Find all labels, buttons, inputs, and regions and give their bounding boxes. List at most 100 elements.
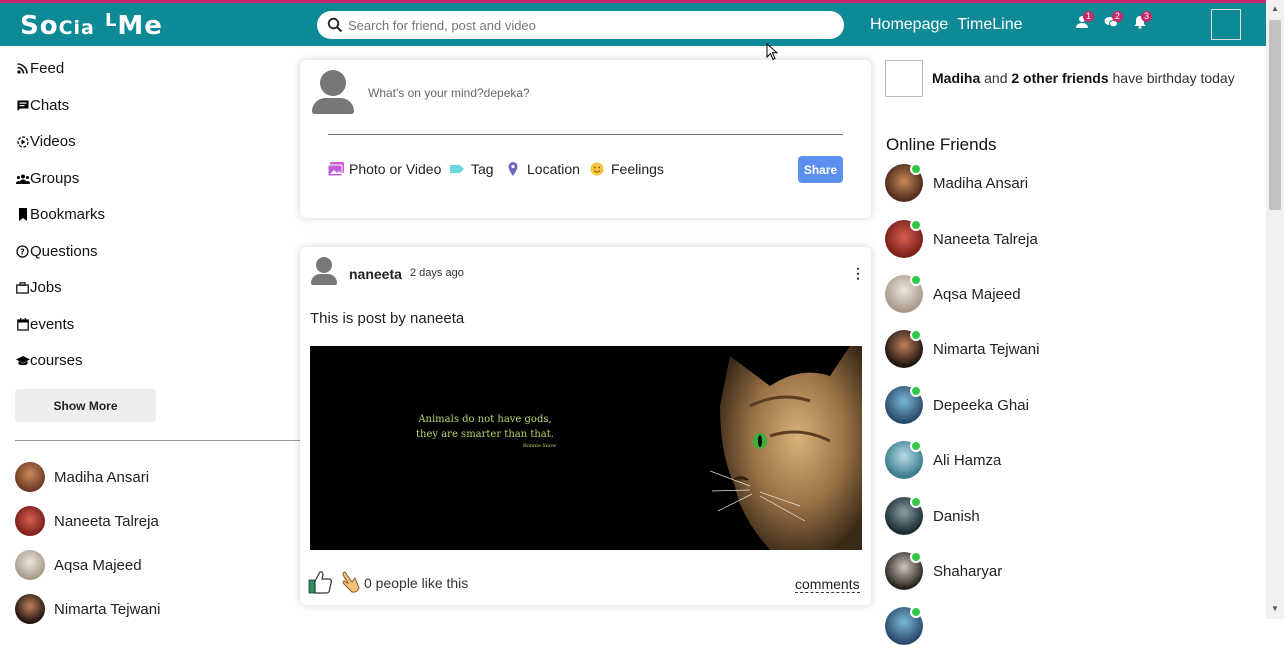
avatar [15, 550, 45, 580]
search-bar[interactable] [317, 11, 844, 39]
online-friend[interactable]: Depeeka Ghai [885, 385, 1029, 424]
sidebar-friend[interactable]: Madiha Ansari [15, 462, 149, 492]
sidebar-item-label: Videos [30, 133, 76, 150]
sidebar-item-feed[interactable]: Feed [15, 60, 64, 77]
sidebar-item-groups[interactable]: Groups [15, 170, 79, 187]
sidebar-item-label: Bookmarks [30, 206, 106, 223]
svg-text:?: ? [20, 248, 25, 257]
feelings-option[interactable]: Feelings [590, 161, 664, 177]
notifications-button[interactable]: 3 [1133, 11, 1153, 31]
tag-option[interactable]: Tag [450, 161, 494, 177]
online-friend[interactable]: Danish [885, 496, 980, 535]
online-status-dot [910, 274, 922, 286]
friend-name: Danish [933, 507, 980, 525]
calendar-icon [15, 317, 30, 332]
option-label: Tag [471, 161, 494, 177]
online-friend[interactable]: Madiha Ansari [885, 163, 1029, 202]
graduation-cap-icon [15, 353, 30, 368]
briefcase-icon [15, 280, 30, 295]
online-status-dot [910, 606, 922, 618]
friend-name: Shaharyar [933, 562, 1003, 580]
chat-icon [15, 98, 30, 113]
profile-avatar[interactable] [1211, 9, 1241, 40]
scroll-thumb[interactable] [1269, 20, 1281, 210]
location-option[interactable]: Location [506, 161, 580, 177]
sidebar-item-chats[interactable]: Chats [15, 97, 69, 114]
online-friend[interactable]: Aqsa Majeed [885, 274, 1021, 313]
online-friend[interactable]: Nimarta Tejwani [885, 329, 1039, 368]
friend-name: Naneeta Talreja [933, 230, 1038, 248]
page-scrollbar[interactable]: ▲ ▼ [1266, 0, 1284, 619]
online-status-dot [910, 329, 922, 341]
friend-requests-button[interactable]: 1 [1075, 11, 1095, 31]
sidebar-friend[interactable]: Naneeta Talreja [15, 506, 159, 536]
sidebar-friend[interactable]: Aqsa Majeed [15, 550, 142, 580]
online-status-dot [910, 551, 922, 563]
photo-icon [328, 162, 344, 176]
clap-icon[interactable] [340, 570, 362, 594]
image-quote-author: Ronnie Snow [523, 443, 557, 449]
sidebar-item-videos[interactable]: Videos [15, 133, 76, 150]
post-author-name[interactable]: naneeta [349, 266, 402, 282]
status-input[interactable]: What's on your mind?depeka? [368, 86, 530, 100]
sidebar-item-label: Chats [30, 97, 70, 114]
friend-name: Ali Hamza [933, 451, 1002, 469]
top-navbar: SoCia LMe Homepage TimeLine 1 2 3 [0, 0, 1266, 46]
sidebar-item-events[interactable]: events [15, 316, 74, 333]
timeline-link[interactable]: TimeLine [957, 16, 1022, 34]
friend-name: Naneeta Talreja [54, 512, 159, 530]
sidebar-item-courses[interactable]: courses [15, 352, 83, 369]
messages-button[interactable]: 2 [1104, 11, 1124, 31]
left-sidebar: Feed Chats Videos Groups Bookmarks ? Que… [0, 46, 300, 624]
cat-illustration [710, 346, 862, 550]
avatar [885, 496, 923, 535]
sidebar-item-label: events [30, 316, 75, 333]
notification-badge: 2 [1112, 11, 1124, 22]
avatar [885, 440, 923, 479]
tag-icon [450, 165, 464, 173]
scroll-up-icon[interactable]: ▲ [1271, 4, 1279, 13]
avatar [885, 274, 923, 313]
online-friends-title: Online Friends [886, 135, 997, 154]
birthday-gift-image [885, 60, 923, 97]
online-friend[interactable]: Naneeta Talreja [885, 219, 1038, 258]
friend-name: Madiha Ansari [933, 174, 1029, 192]
post-image[interactable]: Animals do not have gods, they are smart… [310, 346, 862, 550]
show-more-button[interactable]: Show More [15, 389, 156, 422]
sidebar-divider [15, 440, 300, 441]
option-label: Feelings [611, 161, 664, 177]
mouse-cursor-icon [766, 43, 778, 61]
friend-name: Aqsa Majeed [933, 285, 1021, 303]
avatar [885, 219, 923, 258]
search-icon [327, 17, 343, 33]
notification-badge: 1 [1083, 11, 1095, 22]
sidebar-friend[interactable]: Nimarta Tejwani [15, 594, 160, 624]
photo-video-option[interactable]: Photo or Video [328, 161, 441, 177]
more-options-icon[interactable]: ⋮ [851, 265, 865, 282]
avatar [15, 594, 45, 624]
location-pin-icon [508, 162, 518, 176]
online-friend[interactable]: Shaharyar [885, 551, 1003, 590]
online-status-dot [910, 385, 922, 397]
image-quote: Animals do not have gods, they are smart… [416, 414, 554, 440]
friend-name: Aqsa Majeed [54, 556, 142, 574]
comments-link[interactable]: comments [795, 576, 860, 593]
like-icon[interactable] [308, 570, 333, 594]
sidebar-item-label: courses [30, 352, 83, 369]
online-friend[interactable] [885, 606, 933, 645]
online-status-dot [910, 496, 922, 508]
friend-name: Madiha Ansari [54, 468, 150, 486]
search-input[interactable] [348, 17, 818, 33]
avatar [15, 506, 45, 536]
app-logo[interactable]: SoCia LMe [20, 10, 163, 41]
sidebar-item-jobs[interactable]: Jobs [15, 279, 62, 296]
sidebar-item-questions[interactable]: ? Questions [15, 243, 98, 260]
share-button[interactable]: Share [798, 156, 843, 183]
scroll-down-icon[interactable]: ▼ [1271, 604, 1279, 613]
homepage-link[interactable]: Homepage [870, 16, 948, 34]
online-status-dot [910, 219, 922, 231]
like-count: 0 people like this [364, 575, 469, 591]
bookmark-icon [15, 207, 30, 222]
online-friend[interactable]: Ali Hamza [885, 440, 1002, 479]
sidebar-item-bookmarks[interactable]: Bookmarks [15, 206, 105, 223]
